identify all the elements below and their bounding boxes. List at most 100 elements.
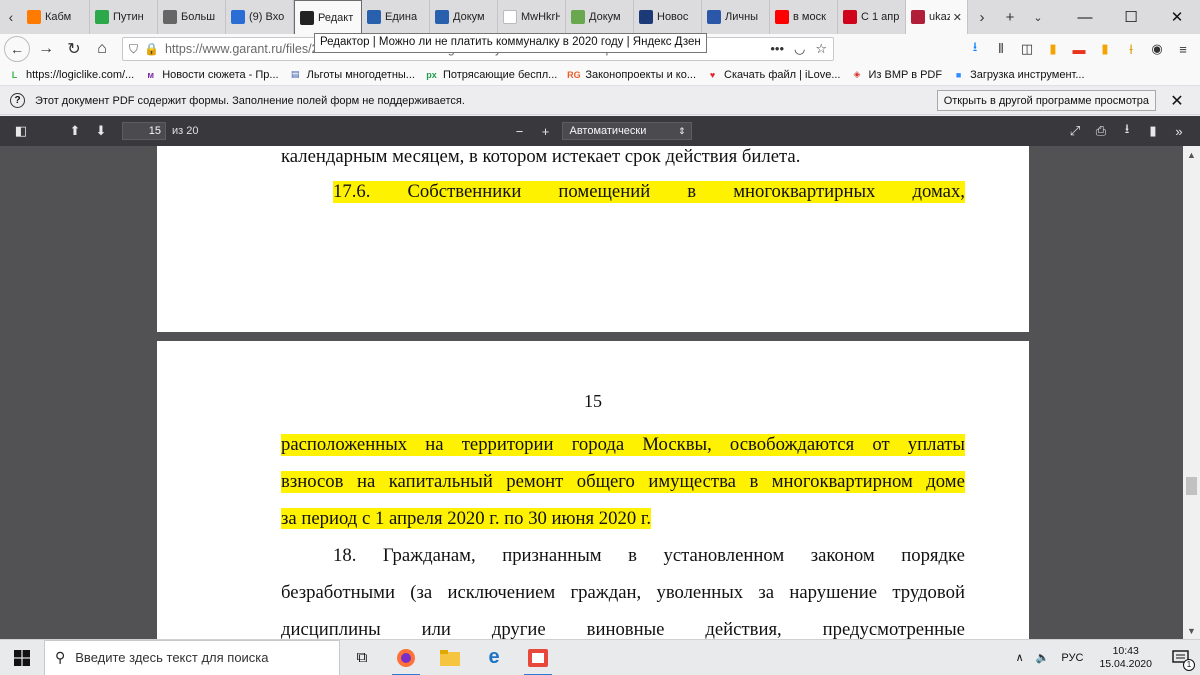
- browser-tab[interactable]: (9) Вхо: [226, 0, 294, 34]
- bookmark-item[interactable]: ♥ Скачать файл | iLove...: [706, 68, 841, 81]
- word: территории: [461, 434, 554, 455]
- tabs-scroll-left-icon[interactable]: ‹: [0, 0, 22, 34]
- action-center-icon[interactable]: 1: [1162, 640, 1200, 675]
- taskbar-search-box[interactable]: ⚲ Введите здесь текст для поиска: [44, 639, 340, 675]
- language-indicator[interactable]: РУС: [1055, 652, 1089, 664]
- browser-tab[interactable]: Редакт: [294, 0, 362, 34]
- dzen-editor-icon: [300, 10, 314, 25]
- tracking-protection-icon[interactable]: ⛉: [129, 42, 138, 57]
- open-in-other-viewer-button[interactable]: Открыть в другой программе просмотра: [936, 90, 1156, 111]
- word: от: [872, 434, 890, 455]
- bookmark-item[interactable]: ▤ Льготы многодетны...: [289, 68, 415, 81]
- pdf-viewer[interactable]: календарным месяцем, в котором истекает …: [0, 146, 1200, 639]
- bookmark-item[interactable]: RG Законопроекты и ко...: [567, 68, 696, 81]
- tab-title: Редакт: [318, 11, 354, 24]
- minimize-button[interactable]: —: [1062, 0, 1108, 34]
- browser-tab[interactable]: Кабм: [22, 0, 90, 34]
- previous-page-icon[interactable]: ⬆: [62, 119, 88, 143]
- menu-icon[interactable]: ≡: [1170, 36, 1196, 62]
- firefox-icon[interactable]: [384, 640, 428, 675]
- date: 15.04.2020: [1099, 657, 1152, 670]
- bookmark-item[interactable]: м Новости сюжета - Пр...: [144, 68, 278, 81]
- word: многоквартирном: [771, 471, 913, 492]
- browser-tab[interactable]: Новос: [634, 0, 702, 34]
- browser-tab[interactable]: Путин: [90, 0, 158, 34]
- current-view-bookmark-icon[interactable]: ▮: [1140, 119, 1166, 143]
- browser-tab[interactable]: С 1 апр: [838, 0, 906, 34]
- browser-tab[interactable]: Докум: [430, 0, 498, 34]
- pocket-icon[interactable]: ◡: [794, 41, 805, 57]
- tray-expand-icon[interactable]: ∧: [1010, 651, 1030, 664]
- bookmark-star-icon[interactable]: ☆: [815, 41, 827, 57]
- start-button[interactable]: [0, 640, 44, 675]
- tab-title: Личны: [725, 11, 759, 23]
- presentation-mode-icon[interactable]: ⤢: [1062, 119, 1088, 143]
- browser-tab[interactable]: MwHkrHO: [498, 0, 566, 34]
- word: трудовой: [892, 582, 965, 603]
- back-button[interactable]: ←: [4, 36, 30, 62]
- bookmark-item[interactable]: ■ Загрузка инструмент...: [952, 68, 1085, 81]
- scroll-up-icon[interactable]: ▲: [1183, 146, 1200, 163]
- next-page-icon[interactable]: ⬇: [88, 119, 114, 143]
- file-explorer-icon[interactable]: [428, 640, 472, 675]
- time: 10:43: [1112, 644, 1139, 657]
- tools-icon[interactable]: »: [1166, 119, 1192, 143]
- browser-tab[interactable]: Больш: [158, 0, 226, 34]
- new-tab-button[interactable]: +: [996, 0, 1024, 34]
- vertical-scrollbar[interactable]: ▲ ▼: [1183, 146, 1200, 639]
- zoom-out-icon[interactable]: −: [506, 119, 532, 143]
- scroll-thumb[interactable]: [1186, 477, 1197, 495]
- bookmark-label: Законопроекты и ко...: [585, 68, 697, 81]
- edge-icon[interactable]: e: [472, 640, 516, 675]
- scroll-down-icon[interactable]: ▼: [1183, 622, 1200, 639]
- bookmark-item[interactable]: ◈ Из BMP в PDF: [851, 68, 943, 81]
- print-icon[interactable]: ⎙: [1088, 119, 1114, 143]
- word: виновные: [586, 619, 665, 639]
- page-number-input[interactable]: [122, 122, 166, 140]
- folder-icon: [440, 649, 460, 666]
- browser-tab[interactable]: Едина: [362, 0, 430, 34]
- zoom-select[interactable]: Автоматически ⇕: [562, 122, 693, 140]
- zoom-in-icon[interactable]: +: [532, 119, 558, 143]
- text-line: 18. Гражданам, признанным в установленном зак…: [333, 545, 965, 567]
- browser-tab[interactable]: ukaz✕: [906, 0, 968, 34]
- task-view-icon[interactable]: ⧉: [340, 640, 384, 675]
- extension-yandex-icon[interactable]: Ɨ: [1118, 36, 1144, 62]
- downloads-icon[interactable]: ⭳: [962, 36, 988, 62]
- reload-button[interactable]: ↻: [60, 36, 88, 62]
- pdf-page-15: 15 расположенных на территории города Москвы…: [157, 341, 1029, 639]
- close-window-button[interactable]: ✕: [1154, 0, 1200, 34]
- tab-title: Путин: [113, 11, 144, 23]
- word: предусмотренные: [822, 619, 965, 639]
- toggle-sidebar-icon[interactable]: ◧: [8, 119, 34, 143]
- tabs-scroll-right-icon[interactable]: ›: [968, 0, 996, 34]
- browser-tab[interactable]: Личны: [702, 0, 770, 34]
- lock-icon[interactable]: 🔒: [144, 42, 159, 56]
- bookmark-item[interactable]: px Потрясающие беспл...: [425, 68, 557, 81]
- library-icon[interactable]: ⫴: [988, 36, 1014, 62]
- maximize-button[interactable]: ☐: [1108, 0, 1154, 34]
- extension-bookmark-icon[interactable]: ▮: [1040, 36, 1066, 62]
- word: в: [749, 471, 759, 492]
- bookmark-label: Скачать файл | iLove...: [724, 68, 841, 81]
- save-icon[interactable]: ⭳: [1114, 119, 1140, 143]
- account-icon[interactable]: ◉: [1144, 36, 1170, 62]
- close-notification-icon[interactable]: ✕: [1164, 88, 1190, 114]
- pdf-app-icon[interactable]: [516, 640, 560, 675]
- close-tab-icon[interactable]: ✕: [950, 11, 962, 24]
- bookmark-label: https://logiclike.com/...: [26, 68, 135, 81]
- volume-icon[interactable]: 🔈: [1030, 651, 1056, 664]
- sidebar-icon[interactable]: ◫: [1014, 36, 1040, 62]
- browser-tab[interactable]: Докум: [566, 0, 634, 34]
- page-actions-icon[interactable]: •••: [770, 41, 784, 57]
- home-button[interactable]: ⌂: [88, 36, 116, 62]
- clock[interactable]: 10:43 15.04.2020: [1089, 645, 1162, 671]
- extension-save-icon[interactable]: ▮: [1092, 36, 1118, 62]
- bookmark-item[interactable]: Lhttps://logiclike.com/...: [8, 68, 134, 81]
- forward-button[interactable]: →: [32, 36, 60, 62]
- pdf-forms-notification: ? Этот документ PDF содержит формы. Запо…: [0, 87, 1200, 115]
- bookmark-doc-icon: ▤: [290, 69, 300, 79]
- extension-flag-icon[interactable]: ▬: [1066, 36, 1092, 62]
- tab-list-chevron-icon[interactable]: ⌄: [1024, 0, 1052, 34]
- browser-tab[interactable]: в моск: [770, 0, 838, 34]
